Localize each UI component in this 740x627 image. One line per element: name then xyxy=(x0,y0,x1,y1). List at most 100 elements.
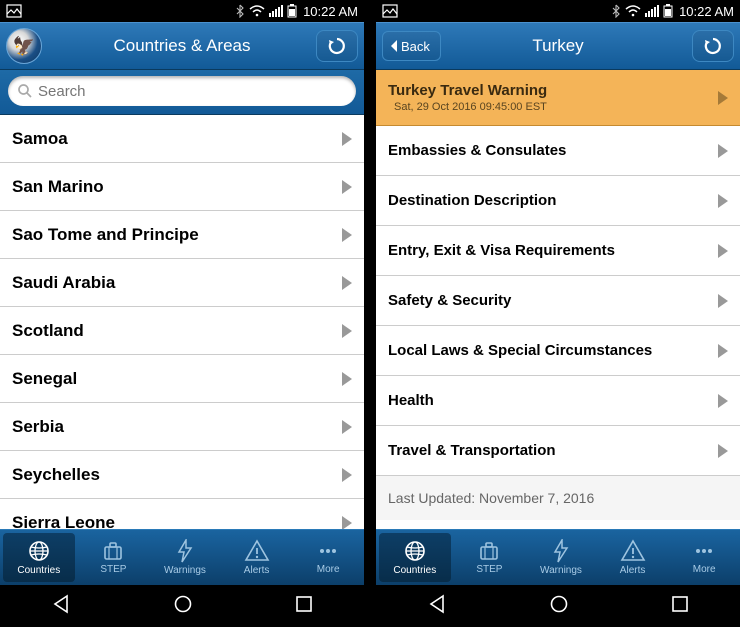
wifi-icon xyxy=(625,5,641,17)
tab-step[interactable]: STEP xyxy=(78,530,150,585)
chevron-right-icon xyxy=(340,467,354,483)
list-item[interactable]: Embassies & Consulates xyxy=(376,126,740,176)
list-item-label: Local Laws & Special Circumstances xyxy=(388,342,716,359)
chevron-right-icon xyxy=(716,393,730,409)
alert-icon xyxy=(244,539,270,563)
list-item-label: Entry, Exit & Visa Requirements xyxy=(388,242,716,259)
tab-label: STEP xyxy=(100,564,126,575)
nav-recent-button[interactable] xyxy=(267,589,341,624)
status-time: 10:22 AM xyxy=(679,4,734,19)
bluetooth-icon xyxy=(611,4,621,18)
chevron-right-icon xyxy=(716,243,730,259)
list-item-label: Destination Description xyxy=(388,192,716,209)
tab-bar: Countries STEP Warnings Alerts More xyxy=(0,529,364,585)
list-item-label: Sierra Leone xyxy=(12,513,340,530)
travel-warning-row[interactable]: Turkey Travel Warning Sat, 29 Oct 2016 0… xyxy=(376,70,740,126)
list-item[interactable]: Saudi Arabia xyxy=(0,259,364,307)
tab-warnings[interactable]: Warnings xyxy=(525,530,597,585)
suitcase-icon xyxy=(101,540,125,562)
phone-right: 10:22 AM Back Turkey Turkey Travel Warni… xyxy=(376,0,740,627)
status-time: 10:22 AM xyxy=(303,4,358,19)
signal-icon xyxy=(269,5,283,17)
app-header: 🦅 Countries & Areas xyxy=(0,22,364,70)
list-item[interactable]: Sao Tome and Principe xyxy=(0,211,364,259)
list-item[interactable]: Serbia xyxy=(0,403,364,451)
list-item-label: Sao Tome and Principe xyxy=(12,225,340,245)
chevron-right-icon xyxy=(340,323,354,339)
chevron-right-icon xyxy=(340,275,354,291)
tab-more[interactable]: More xyxy=(292,530,364,585)
list-item-label: Embassies & Consulates xyxy=(388,142,716,159)
globe-icon xyxy=(402,539,428,563)
refresh-icon xyxy=(703,36,723,56)
chevron-right-icon xyxy=(716,343,730,359)
warning-subtitle: Sat, 29 Oct 2016 09:45:00 EST xyxy=(394,101,716,113)
tab-countries[interactable]: Countries xyxy=(3,533,75,582)
tab-label: Countries xyxy=(17,565,60,576)
list-item-label: Samoa xyxy=(12,129,340,149)
tab-label: Countries xyxy=(393,565,436,576)
picture-icon xyxy=(382,4,398,18)
tab-label: More xyxy=(693,564,716,575)
list-item[interactable]: Travel & Transportation xyxy=(376,426,740,476)
tab-alerts[interactable]: Alerts xyxy=(221,530,293,585)
nav-recent-button[interactable] xyxy=(643,589,717,624)
list-item[interactable]: San Marino xyxy=(0,163,364,211)
more-icon xyxy=(316,540,340,562)
list-item-label: Senegal xyxy=(12,369,340,389)
warning-title: Turkey Travel Warning xyxy=(388,82,716,99)
battery-icon xyxy=(287,4,297,18)
chevron-right-icon xyxy=(340,227,354,243)
nav-back-button[interactable] xyxy=(23,588,99,625)
tab-label: More xyxy=(317,564,340,575)
list-item-label: Serbia xyxy=(12,417,340,437)
list-item-label: Scotland xyxy=(12,321,340,341)
bolt-icon xyxy=(551,539,571,563)
list-item[interactable]: Destination Description xyxy=(376,176,740,226)
more-icon xyxy=(692,540,716,562)
app-header: Back Turkey xyxy=(376,22,740,70)
chevron-right-icon xyxy=(340,371,354,387)
refresh-icon xyxy=(327,36,347,56)
list-item-label: Saudi Arabia xyxy=(12,273,340,293)
phone-left: 10:22 AM 🦅 Countries & Areas Samoa San M… xyxy=(0,0,364,627)
nav-back-button[interactable] xyxy=(399,588,475,625)
tab-alerts[interactable]: Alerts xyxy=(597,530,669,585)
refresh-button[interactable] xyxy=(692,30,734,62)
tab-warnings[interactable]: Warnings xyxy=(149,530,221,585)
tab-label: STEP xyxy=(476,564,502,575)
android-nav-bar xyxy=(0,585,364,627)
list-item-label: San Marino xyxy=(12,177,340,197)
list-item[interactable]: Scotland xyxy=(0,307,364,355)
search-input[interactable] xyxy=(8,76,356,106)
suitcase-icon xyxy=(477,540,501,562)
country-list: Samoa San Marino Sao Tome and Principe S… xyxy=(0,115,364,529)
search-icon xyxy=(17,83,33,99)
list-item[interactable]: Entry, Exit & Visa Requirements xyxy=(376,226,740,276)
picture-icon xyxy=(6,4,22,18)
tab-more[interactable]: More xyxy=(668,530,740,585)
nav-home-button[interactable] xyxy=(145,588,221,625)
tab-step[interactable]: STEP xyxy=(454,530,526,585)
list-item[interactable]: Sierra Leone xyxy=(0,499,364,529)
us-seal-icon: 🦅 xyxy=(6,28,42,64)
list-item-label: Seychelles xyxy=(12,465,340,485)
tab-countries[interactable]: Countries xyxy=(379,533,451,582)
tab-label: Warnings xyxy=(164,565,206,576)
list-item-label: Health xyxy=(388,392,716,409)
last-updated: Last Updated: November 7, 2016 xyxy=(376,476,740,520)
detail-list: Turkey Travel Warning Sat, 29 Oct 2016 0… xyxy=(376,70,740,529)
alert-icon xyxy=(620,539,646,563)
nav-home-button[interactable] xyxy=(521,588,597,625)
list-item[interactable]: Seychelles xyxy=(0,451,364,499)
list-item[interactable]: Safety & Security xyxy=(376,276,740,326)
list-item[interactable]: Local Laws & Special Circumstances xyxy=(376,326,740,376)
list-item[interactable]: Health xyxy=(376,376,740,426)
list-item[interactable]: Samoa xyxy=(0,115,364,163)
battery-icon xyxy=(663,4,673,18)
back-button[interactable]: Back xyxy=(382,31,441,61)
list-item[interactable]: Senegal xyxy=(0,355,364,403)
refresh-button[interactable] xyxy=(316,30,358,62)
globe-icon xyxy=(26,539,52,563)
wifi-icon xyxy=(249,5,265,17)
